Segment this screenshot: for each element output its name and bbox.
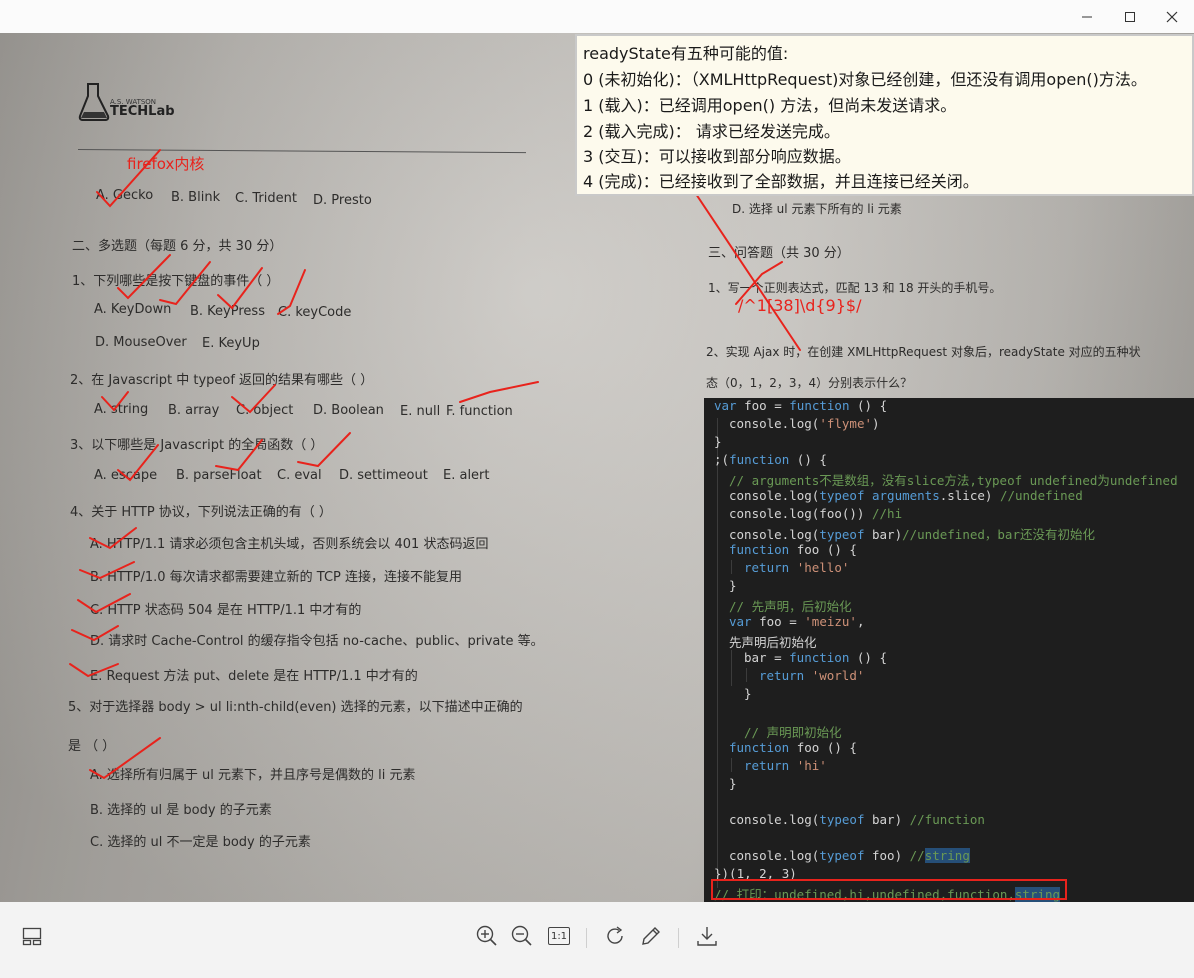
code-line: console.log(typeof foo) //string xyxy=(729,848,970,863)
code-line: function foo () { xyxy=(729,740,857,755)
zoom-out-icon xyxy=(511,925,532,946)
actual-size-button[interactable]: 1:1 xyxy=(546,924,572,948)
code-line: console.log(typeof bar) //function xyxy=(729,812,985,827)
code-line: } xyxy=(729,776,737,791)
viewer-toolbar xyxy=(0,902,1194,978)
download-button[interactable] xyxy=(693,922,721,950)
actual-size-label: 1:1 xyxy=(548,927,570,945)
note-line-0: 0 (未初始化)：（XMLHttpRequest)对象已经创建，但还没有调用op… xyxy=(583,70,1147,89)
code-line: bar = function () { xyxy=(744,650,888,665)
code-line: } xyxy=(729,578,737,593)
code-line: console.log(typeof arguments.slice) //un… xyxy=(729,488,1083,503)
code-line: function foo () { xyxy=(729,542,857,557)
zoom-in-button[interactable] xyxy=(473,922,501,950)
download-icon xyxy=(697,927,717,946)
note-line-3: 3 (交互)：可以接收到部分响应数据。 xyxy=(583,147,851,166)
rotate-button[interactable] xyxy=(601,922,629,950)
pencil-icon xyxy=(642,927,660,945)
zoom-out-button[interactable] xyxy=(508,922,536,950)
readystate-note: readyState有五种可能的值: 0 (未初始化)：（XMLHttpRequ… xyxy=(575,34,1194,196)
zoom-in-icon xyxy=(476,925,497,946)
code-line: return 'world' xyxy=(759,668,865,683)
code-line: return 'hi' xyxy=(744,758,827,773)
note-line-2: 2 (载入完成)： 请求已经发送完成。 xyxy=(583,122,840,141)
code-line: } xyxy=(744,686,752,701)
code-comment: // 声明即初始化 xyxy=(744,725,842,740)
code-snippet: var foo = function () { console.log('fly… xyxy=(704,398,1194,902)
code-line: ;(function () { xyxy=(714,452,827,467)
output-highlight-box xyxy=(711,879,1067,900)
note-line-1: 1 (载入)：已经调用open() 方法，但尚未发送请求。 xyxy=(583,96,957,115)
code-line: } xyxy=(714,434,722,449)
code-line: console.log(typeof bar)//undefined，bar还没… xyxy=(729,527,1095,542)
code-comment: // arguments不是数组，没有slice方法,typeof undefi… xyxy=(729,473,1178,488)
code-line: 先声明后初始化 xyxy=(729,635,817,650)
note-heading: readyState有五种可能的值: xyxy=(583,44,789,63)
code-line: console.log('flyme') xyxy=(729,416,880,431)
thumbnails-button[interactable] xyxy=(18,922,46,950)
thumbnails-icon xyxy=(22,927,42,946)
code-comment: // 先声明，后初始化 xyxy=(729,599,852,614)
rotate-icon xyxy=(607,926,623,944)
code-line: var foo = function () { xyxy=(714,398,888,413)
code-line: var foo = 'meizu', xyxy=(729,614,865,629)
code-line: console.log(foo()) //hi xyxy=(729,506,903,521)
code-line: return 'hello' xyxy=(744,560,850,575)
note-line-4: 4 (完成)：已经接收到了全部数据，并且连接已经关闭。 xyxy=(583,172,979,191)
edit-button[interactable] xyxy=(637,922,665,950)
